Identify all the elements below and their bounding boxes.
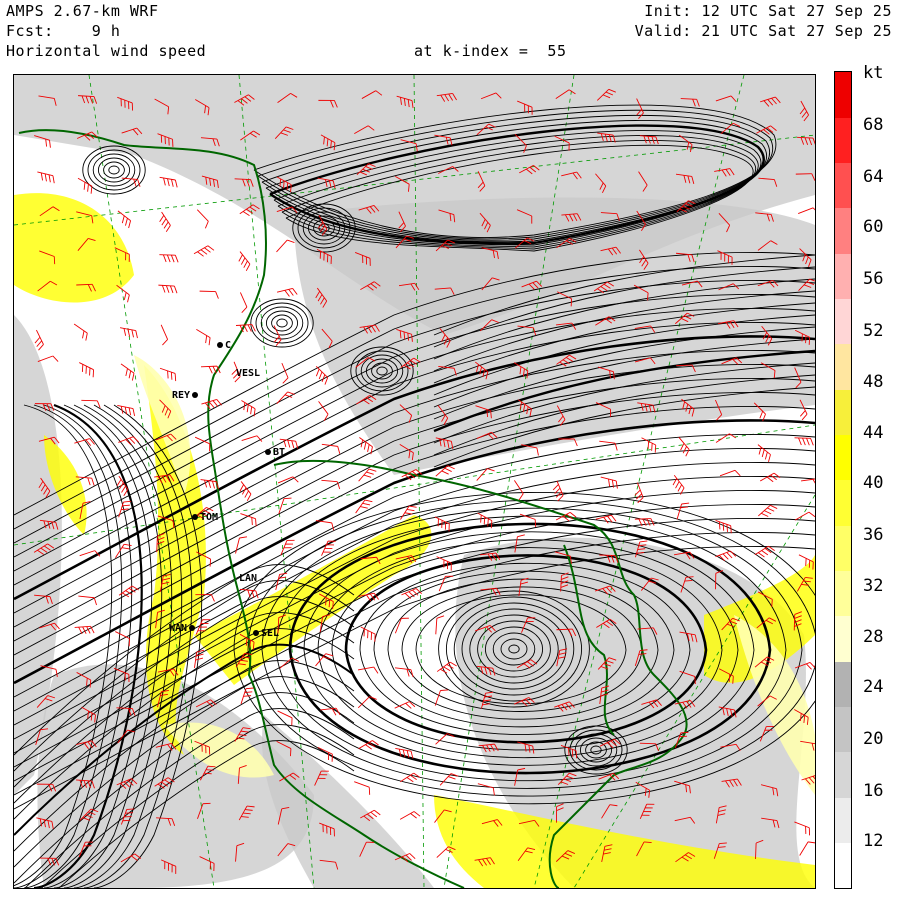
- station-label: TOM: [200, 512, 219, 523]
- colorbar-segment: [835, 162, 851, 209]
- station-label: WAN: [169, 623, 188, 634]
- colorbar-segment: [835, 298, 851, 345]
- station-rey: REY: [172, 391, 200, 401]
- station-marker-icon: [192, 514, 198, 520]
- colorbar-tick-label: 64: [863, 167, 884, 187]
- station-marker-icon: [192, 392, 199, 398]
- colorbar-segment: [835, 706, 851, 753]
- colorbar-segment: [835, 752, 851, 798]
- wind-barb-shaft: [676, 364, 693, 367]
- station-bt: BT: [265, 448, 285, 458]
- init-time: Init: 12 UTC Sat 27 Sep 25: [644, 2, 892, 20]
- colorbar-segment: [835, 117, 851, 164]
- colorbar-segment: [835, 208, 851, 254]
- colorbar-tick-label: 12: [863, 831, 884, 851]
- colorbar-segment: [835, 616, 851, 662]
- station-vesl: VESL: [236, 369, 260, 379]
- colorbar-tick-label: 48: [863, 372, 884, 392]
- wind-map: [13, 74, 816, 889]
- station-marker-icon: [265, 449, 271, 455]
- colorbar-segment: [835, 344, 851, 390]
- colorbar-segment: [835, 253, 851, 300]
- station-marker-icon: [189, 625, 196, 631]
- colorbar-segment: [835, 661, 851, 708]
- colorbar-segment: [835, 525, 851, 572]
- field-name: Horizontal wind speed: [6, 42, 207, 60]
- colorbar-tick-label: 44: [863, 423, 884, 443]
- colorbar-tick-label: 40: [863, 473, 884, 493]
- station-label: C: [225, 340, 232, 351]
- station-marker-icon: [217, 342, 223, 348]
- colorbar-tick-label: 36: [863, 525, 884, 545]
- colorbar-tick-label: 60: [863, 217, 884, 237]
- colorbar-unit: kt: [863, 63, 884, 83]
- colorbar-tick-label: 52: [863, 321, 884, 341]
- colorbar: [834, 71, 852, 889]
- colorbar-tick-label: 28: [863, 627, 884, 647]
- wind-map-canvas: [14, 75, 815, 888]
- station-label: BT: [273, 447, 286, 458]
- forecast-hour: Fcst: 9 h: [6, 22, 121, 40]
- colorbar-tick-label: 20: [863, 729, 884, 749]
- colorbar-segment: [835, 72, 851, 118]
- colorbar-segment: [835, 389, 851, 436]
- colorbar-segment: [835, 797, 851, 844]
- station-label: LAN: [239, 573, 258, 584]
- wind-barb-shaft: [755, 842, 757, 860]
- level-index: at k-index = 55: [414, 42, 567, 60]
- colorbar-tick-label: 68: [863, 115, 884, 135]
- colorbar-tick-label: 24: [863, 677, 884, 697]
- station-label: VESL: [236, 368, 261, 379]
- colorbar-segment: [835, 570, 851, 617]
- station-label: SEL: [261, 628, 280, 639]
- station-label: REY: [172, 390, 191, 401]
- station-wan: WAN: [169, 624, 197, 634]
- colorbar-segment: [835, 480, 851, 526]
- colorbar-tick-label: 16: [863, 781, 884, 801]
- station-lan: LAN: [239, 574, 257, 584]
- station-marker-icon: [253, 630, 259, 636]
- colorbar-segment: [835, 434, 851, 481]
- station-c: C: [217, 341, 231, 351]
- colorbar-tick-label: 32: [863, 576, 884, 596]
- station-tom: TOM: [192, 513, 218, 523]
- model-title: AMPS 2.67-km WRF: [6, 2, 159, 20]
- station-sel: SEL: [253, 629, 279, 639]
- wind-barb-shaft: [76, 283, 93, 286]
- colorbar-segment: [835, 842, 851, 889]
- valid-time: Valid: 21 UTC Sat 27 Sep 25: [634, 22, 892, 40]
- colorbar-tick-label: 56: [863, 269, 884, 289]
